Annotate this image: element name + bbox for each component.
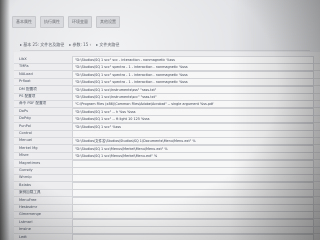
settings-table: LibX "D:\Studios\SQ 1 scc" scc - interact… [14, 52, 320, 240]
field-label: Control [19, 131, 32, 135]
breadcrumb-part[interactable]: ▸ 文件夹路径 [96, 42, 119, 48]
breadcrumb-part[interactable]: ▸ 基本 25: 文件名及路径 [20, 42, 64, 48]
field-label: Gunsdy [19, 168, 33, 172]
field-label: DM 配置项 [19, 86, 37, 91]
field-label: PS 配置项 [19, 94, 36, 98]
toolbar-tab-other[interactable]: 其他设置 [96, 16, 120, 28]
toolbar-tab-exec[interactable]: 执行属性 [40, 16, 64, 28]
field-label: Lstmarl [19, 219, 33, 224]
field-label: Merkel Mg [19, 145, 38, 150]
field-label: Mlsre [19, 153, 29, 158]
field-label: TMRs [19, 64, 29, 69]
field-label: LibX [19, 57, 27, 61]
field-label: PunPol [19, 123, 31, 128]
field-label: Glmemenge [19, 212, 41, 217]
field-label: Ledt [19, 234, 27, 239]
field-label: DoPs [19, 108, 28, 113]
field-label: 命令 PDF 配置项 [19, 101, 47, 106]
toolbar-tab-basic[interactable]: 基本属性 [12, 16, 36, 28]
breadcrumb: ▸ 基本 25: 文件名及路径 ▸ 参数: 15 ‹ ▸ 文件夹路径 [20, 40, 310, 51]
field-label: Prfloat [19, 79, 31, 84]
field-label: NALoad [19, 71, 33, 76]
breadcrumb-part[interactable]: ▸ 参数: 15 ‹ [69, 42, 91, 48]
field-value-input[interactable] [72, 233, 314, 240]
screen: 基本属性 执行属性 环境变量 其他设置 ▸ 基本 25: 文件名及路径 ▸ 参数… [0, 0, 320, 240]
field-label: DoPdg [19, 116, 31, 121]
table-row: Ledt [14, 233, 320, 240]
field-label: Menuel [19, 138, 33, 143]
field-label: Wnmlp [19, 175, 32, 180]
field-label: Magretimes [19, 160, 41, 165]
field-label: Hesbsdmr [19, 205, 38, 209]
field-label: 案例加载工具 [19, 190, 41, 195]
monitor-bezel [0, 0, 10, 240]
toolbar-tab-env[interactable]: 环境变量 [68, 16, 92, 28]
field-label: Bxlabs [19, 182, 31, 187]
toolbar: 基本属性 执行属性 环境变量 其他设置 [10, 14, 320, 30]
field-label: Imslne [19, 227, 31, 232]
field-label: MenuFree [19, 197, 37, 202]
